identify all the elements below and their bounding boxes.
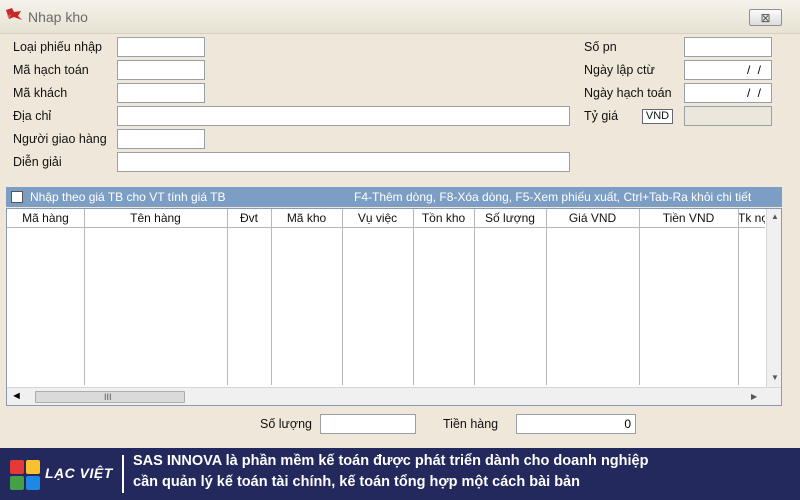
column-divider: [342, 209, 343, 385]
posting-date-input[interactable]: [684, 83, 772, 103]
grid-column-headers: Mã hàng Tên hàng Đvt Mã kho Vụ việc Tồn …: [7, 209, 765, 228]
scroll-right-icon[interactable]: ▶: [751, 392, 757, 401]
promo-banner: LẠC VIỆT SAS INNOVA là phần mềm kế toán …: [0, 448, 800, 500]
label-description: Diễn giải: [13, 155, 62, 169]
label-voucher-date: Ngày lập ctừ: [584, 63, 655, 77]
deliverer-input[interactable]: [117, 129, 205, 149]
close-icon: ⊠: [760, 10, 771, 25]
column-header-item-name[interactable]: Tên hàng: [84, 209, 227, 228]
banner-line-2: cần quản lý kế toán tài chính, kế toán t…: [133, 474, 580, 490]
label-posting-date: Ngày hạch toán: [584, 86, 672, 100]
column-divider: [84, 209, 85, 385]
average-price-checkbox[interactable]: [11, 191, 23, 203]
logo-text: LẠC VIỆT: [45, 465, 113, 481]
currency-badge: VND: [642, 109, 673, 124]
title-bar: Nhap kho ⊠: [0, 0, 800, 34]
column-header-stock[interactable]: Tồn kho: [413, 209, 474, 228]
column-header-case[interactable]: Vụ việc: [342, 209, 413, 228]
vertical-scrollbar[interactable]: ▲ ▼: [766, 209, 781, 387]
column-divider: [413, 209, 414, 385]
record-marker-icon: ◄: [11, 390, 22, 402]
label-customer-code: Mã khách: [13, 86, 68, 100]
banner-divider: [122, 455, 124, 493]
horizontal-scrollbar[interactable]: ◄ III ▶: [7, 387, 781, 405]
column-divider: [474, 209, 475, 385]
description-input[interactable]: [117, 152, 570, 172]
scroll-down-icon[interactable]: ▼: [771, 373, 779, 382]
scroll-up-icon[interactable]: ▲: [771, 212, 779, 221]
receipt-type-input[interactable]: [117, 37, 205, 57]
label-accounting-code: Mã hạch toán: [13, 63, 89, 77]
close-button[interactable]: ⊠: [749, 9, 782, 26]
column-header-amount-vnd[interactable]: Tiền VND: [639, 209, 738, 228]
column-divider: [639, 209, 640, 385]
total-quantity-label: Số lượng: [260, 417, 313, 431]
window-title: Nhap kho: [28, 9, 88, 25]
receipt-number-input[interactable]: [684, 37, 772, 57]
banner-line-1: SAS INNOVA là phần mềm kế toán được phát…: [133, 453, 649, 469]
label-exchange-rate: Tỷ giá: [584, 109, 619, 123]
total-amount-input[interactable]: [516, 414, 636, 434]
column-divider: [546, 209, 547, 385]
label-deliverer: Người giao hàng: [13, 132, 107, 146]
hotkey-hints: F4-Thêm dòng, F8-Xóa dòng, F5-Xem phiếu …: [354, 190, 752, 204]
grid-toolbar: Nhập theo giá TB cho VT tính giá TB F4-T…: [6, 187, 782, 207]
accounting-code-input[interactable]: [117, 60, 205, 80]
app-icon: [6, 8, 22, 20]
label-receipt-number: Số pn: [584, 40, 617, 54]
column-header-quantity[interactable]: Số lượng: [474, 209, 546, 228]
label-receipt-type: Loại phiếu nhập: [13, 40, 102, 54]
scroll-grip-icon: III: [104, 392, 112, 402]
total-amount-label: Tiền hàng: [443, 417, 499, 431]
column-header-warehouse-code[interactable]: Mã kho: [271, 209, 342, 228]
horizontal-scroll-thumb[interactable]: III: [35, 391, 185, 403]
total-quantity-input[interactable]: [320, 414, 416, 434]
label-address: Địa chỉ: [13, 109, 52, 123]
address-input[interactable]: [117, 106, 570, 126]
column-divider: [738, 209, 739, 385]
column-divider: [227, 209, 228, 385]
column-header-price-vnd[interactable]: Giá VND: [546, 209, 639, 228]
customer-code-input[interactable]: [117, 83, 205, 103]
lac-viet-logo-icon: [10, 460, 40, 490]
column-divider: [271, 209, 272, 385]
column-header-debit-account[interactable]: Tk nợ: [738, 209, 765, 228]
exchange-rate-input[interactable]: [684, 106, 772, 126]
average-price-checkbox-label[interactable]: Nhập theo giá TB cho VT tính giá TB: [30, 190, 225, 204]
voucher-date-input[interactable]: [684, 60, 772, 80]
column-header-item-code[interactable]: Mã hàng: [7, 209, 84, 228]
column-header-unit[interactable]: Đvt: [227, 209, 271, 228]
detail-grid[interactable]: Mã hàng Tên hàng Đvt Mã kho Vụ việc Tồn …: [6, 208, 782, 406]
